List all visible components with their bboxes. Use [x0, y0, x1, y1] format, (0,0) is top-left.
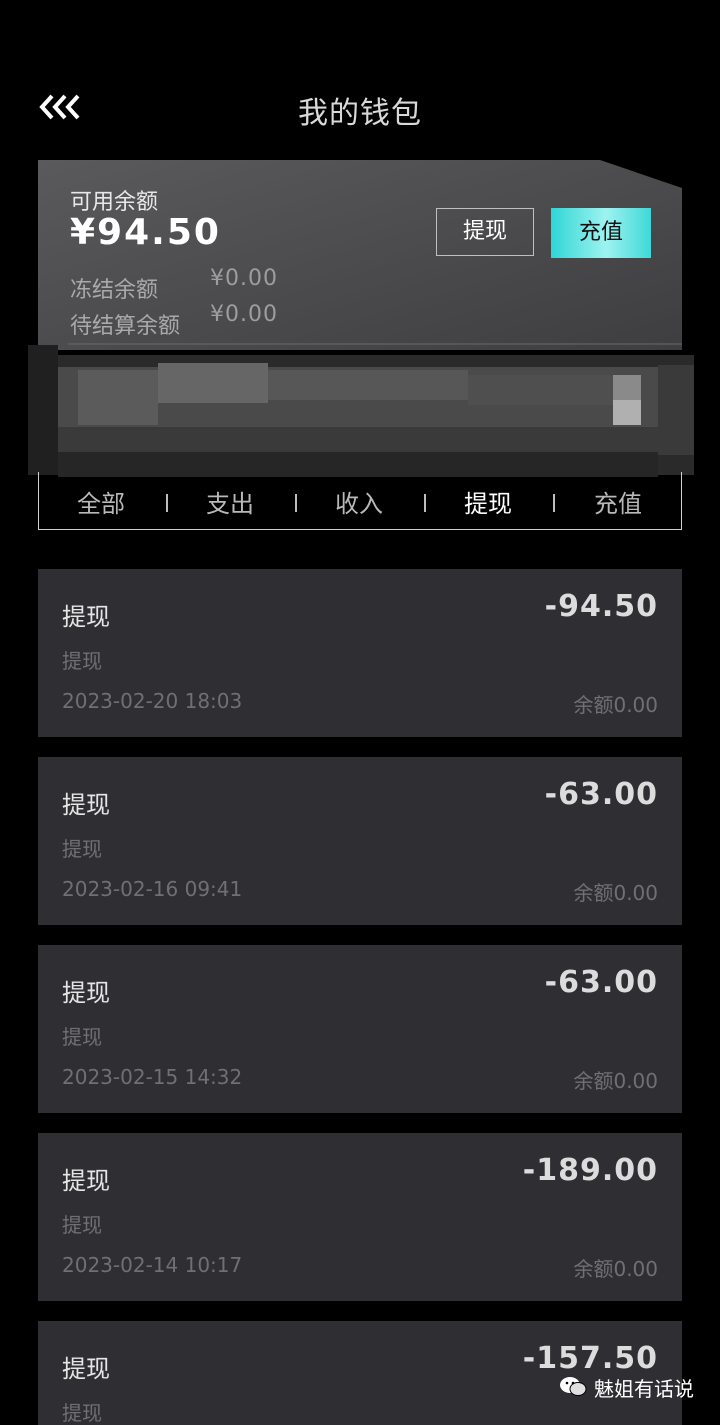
tab-divider	[295, 494, 297, 512]
transaction-amount: -63.00	[544, 965, 658, 1000]
tab-divider	[166, 494, 168, 512]
transaction-item[interactable]: 提现 提现 2023-02-14 10:17 -189.00 余额0.00	[38, 1133, 682, 1301]
transaction-title: 提现	[62, 979, 110, 1007]
transaction-title: 提现	[62, 1355, 110, 1383]
tab-all[interactable]: 全部	[51, 484, 151, 519]
page-title: 我的钱包	[298, 96, 422, 131]
transaction-item[interactable]: 提现 提现 2023-02-15 14:32 -63.00 余额0.00	[38, 945, 682, 1113]
transaction-title: 提现	[62, 791, 110, 819]
watermark: 魅姐有话说	[558, 1371, 694, 1403]
transaction-subtitle: 提现	[62, 1025, 102, 1049]
transaction-item[interactable]: 提现 提现 2023-02-20 18:03 -94.50 余额0.00	[38, 569, 682, 737]
transaction-subtitle: 提现	[62, 837, 102, 861]
blurred-region	[28, 345, 694, 485]
transaction-balance: 余额0.00	[573, 881, 658, 905]
available-balance-amount: ¥94.50	[70, 212, 221, 253]
transaction-balance: 余额0.00	[573, 693, 658, 717]
withdraw-button[interactable]: 提现	[436, 208, 534, 256]
wechat-icon	[560, 1377, 587, 1396]
transaction-filter-tabs: 全部 支出 收入 提现 充值	[38, 472, 682, 530]
transaction-subtitle: 提现	[62, 1401, 102, 1425]
tab-divider	[424, 494, 426, 512]
frozen-balance-label: 冻结余额	[70, 278, 159, 303]
tab-income[interactable]: 收入	[309, 484, 409, 519]
transaction-time: 2023-02-20 18:03	[62, 689, 243, 713]
pending-balance-value: ¥0.00	[210, 302, 278, 327]
watermark-text: 魅姐有话说	[594, 1376, 694, 1401]
wallet-balance-card: 可用余额 ¥94.50 冻结余额 ¥0.00 待结算余额 ¥0.00 提现 充值	[38, 160, 682, 350]
tab-withdraw[interactable]: 提现	[438, 484, 538, 519]
transaction-item[interactable]: 提现 提现 2023-02-16 09:41 -63.00 余额0.00	[38, 757, 682, 925]
transaction-time: 2023-02-16 09:41	[62, 877, 243, 901]
tab-divider	[553, 494, 555, 512]
header: 我的钱包	[0, 70, 720, 150]
transaction-amount: -63.00	[544, 777, 658, 812]
transaction-balance: 余额0.00	[573, 1257, 658, 1281]
transaction-amount: -94.50	[544, 589, 658, 624]
transaction-subtitle: 提现	[62, 649, 102, 673]
transaction-balance: 余额0.00	[573, 1069, 658, 1093]
transaction-title: 提现	[62, 1167, 110, 1195]
transaction-time: 2023-02-15 14:32	[62, 1065, 243, 1089]
recharge-button[interactable]: 充值	[551, 208, 651, 258]
transaction-title: 提现	[62, 603, 110, 631]
transaction-subtitle: 提现	[62, 1213, 102, 1237]
transaction-amount: -189.00	[522, 1153, 658, 1188]
pending-balance-label: 待结算余额	[70, 314, 181, 339]
frozen-balance-value: ¥0.00	[210, 266, 278, 291]
wallet-screen: 我的钱包 可用余额 ¥94.50 冻结余额 ¥0.00 待结算余额 ¥0.00 …	[0, 0, 720, 1425]
tab-recharge[interactable]: 充值	[568, 484, 668, 519]
transaction-time: 2023-02-14 10:17	[62, 1253, 243, 1277]
tab-expense[interactable]: 支出	[180, 484, 280, 519]
